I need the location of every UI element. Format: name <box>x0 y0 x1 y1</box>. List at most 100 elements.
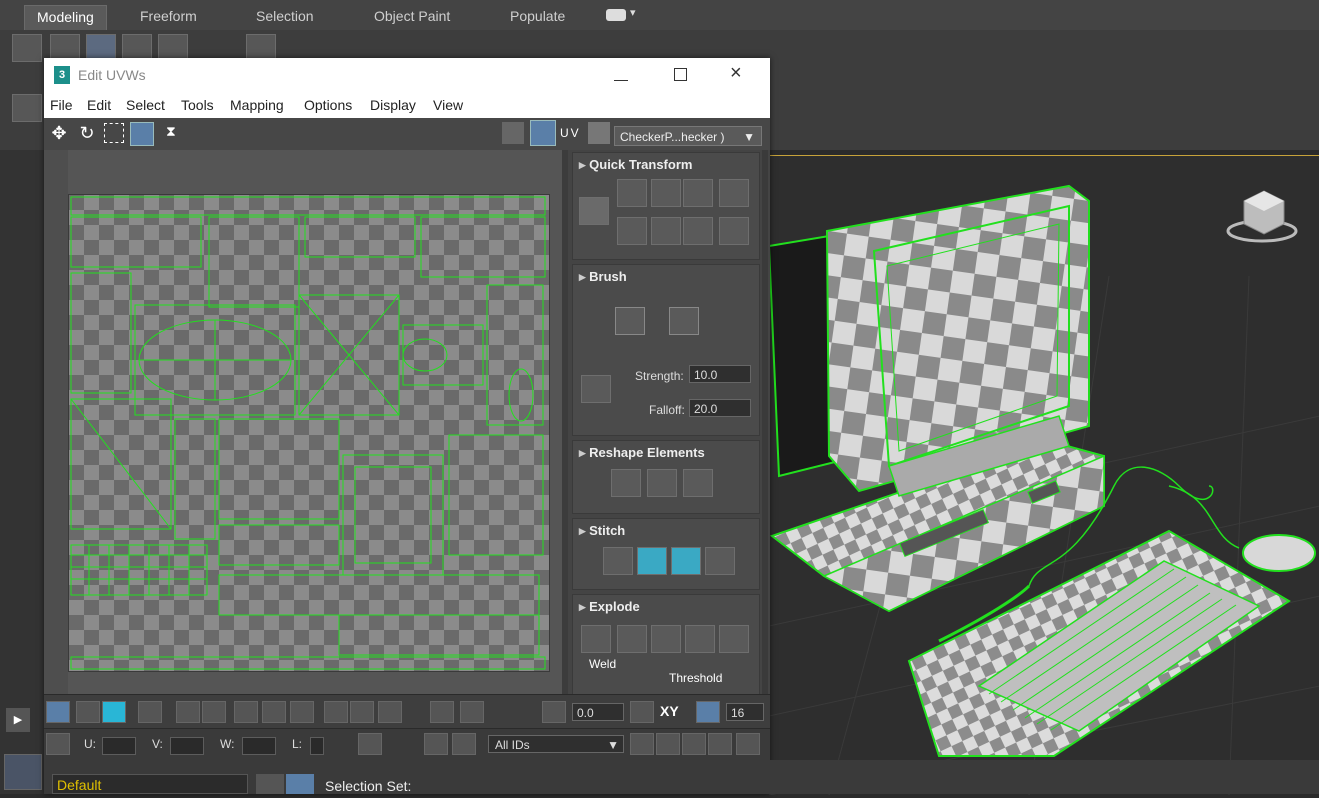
rollout-title[interactable]: Stitch <box>579 523 625 539</box>
tab-populate[interactable]: Populate <box>498 5 577 29</box>
stitch-to-source-icon[interactable] <box>705 547 735 575</box>
paint-select-icon[interactable] <box>202 701 226 723</box>
flatten-by-material-icon[interactable] <box>719 625 749 653</box>
menu-tools[interactable]: Tools <box>181 97 214 113</box>
tab-modeling[interactable]: Modeling <box>24 5 107 30</box>
panel-scrollbar[interactable] <box>762 150 768 694</box>
loop-icon[interactable] <box>324 701 348 723</box>
curve-icon[interactable] <box>630 701 654 723</box>
polygon-select-icon[interactable] <box>102 701 126 723</box>
checker-display-icon[interactable] <box>502 122 524 144</box>
menu-mapping[interactable]: Mapping <box>230 97 284 113</box>
rotate-ccw-icon[interactable] <box>683 179 713 207</box>
align-grid-icon[interactable] <box>651 217 681 245</box>
paint-move-icon[interactable] <box>615 307 645 335</box>
stitch-to-target-icon[interactable] <box>637 547 667 575</box>
rollout-title[interactable]: Quick Transform <box>579 157 692 173</box>
layer-explorer-icon[interactable] <box>286 774 314 794</box>
material-id-dropdown[interactable]: All IDs ▼ <box>488 735 624 753</box>
falloff-input[interactable]: 20.0 <box>689 399 751 417</box>
grow-selection-icon[interactable] <box>262 701 286 723</box>
rollout-title[interactable]: Brush <box>579 269 627 285</box>
lock-checkbox[interactable] <box>310 737 324 755</box>
help-icon[interactable] <box>736 733 760 755</box>
vertex-mode-icon[interactable] <box>12 34 42 62</box>
ring-icon[interactable] <box>290 701 314 723</box>
space-vertical-icon[interactable] <box>719 217 749 245</box>
seam-icon[interactable] <box>430 701 454 723</box>
scale-icon[interactable] <box>104 123 124 143</box>
zoom-icon[interactable] <box>656 733 680 755</box>
layer-dropdown[interactable]: Default <box>52 774 248 794</box>
rollout-title[interactable]: Explode <box>579 599 640 615</box>
detach-icon[interactable] <box>617 625 647 653</box>
rotate-icon[interactable]: ↻ <box>76 122 98 144</box>
strength-input[interactable]: 10.0 <box>689 365 751 383</box>
align-vertical-icon[interactable] <box>651 179 681 207</box>
uv-checker-map[interactable] <box>68 194 550 672</box>
flatten-by-smoothing-icon[interactable] <box>685 625 715 653</box>
brush-select-icon[interactable] <box>378 701 402 723</box>
window-titlebar[interactable]: 3 Edit UVWs × <box>44 58 770 92</box>
w-input[interactable] <box>242 737 276 755</box>
flatten-by-id-icon[interactable] <box>651 625 681 653</box>
tab-selection[interactable]: Selection <box>244 5 326 29</box>
minimize-icon[interactable] <box>614 60 628 81</box>
viewcube-icon[interactable] <box>1226 190 1298 243</box>
ribbon-options-icon[interactable] <box>606 9 626 21</box>
menu-display[interactable]: Display <box>370 97 416 113</box>
u-input[interactable] <box>102 737 136 755</box>
menu-options[interactable]: Options <box>304 97 352 113</box>
tab-freeform[interactable]: Freeform <box>128 5 209 29</box>
pan-icon[interactable] <box>630 733 654 755</box>
straighten-icon[interactable] <box>611 469 641 497</box>
shrink-selection-icon[interactable] <box>234 701 258 723</box>
align-pivot-icon[interactable] <box>579 197 609 225</box>
align-edge-icon[interactable] <box>617 217 647 245</box>
relax-until-flat-icon[interactable] <box>683 469 713 497</box>
edge-select-icon[interactable] <box>76 701 100 723</box>
align-horizontal-icon[interactable] <box>617 179 647 207</box>
cube-icon[interactable] <box>12 94 42 122</box>
mirror-icon[interactable]: ⧗ <box>166 123 188 143</box>
close-icon[interactable]: × <box>730 62 742 85</box>
rollout-title[interactable]: Reshape Elements <box>579 445 705 461</box>
move-icon[interactable]: ✥ <box>48 122 70 144</box>
perspective-viewport[interactable] <box>767 155 1319 796</box>
maximize-icon[interactable] <box>674 68 687 81</box>
menu-edit[interactable]: Edit <box>87 97 111 113</box>
element-select-icon[interactable] <box>138 701 162 723</box>
soft-select-icon[interactable] <box>542 701 566 723</box>
freeform-mode-icon[interactable] <box>130 122 154 146</box>
relax-brush-icon[interactable] <box>669 307 699 335</box>
grid-snap-icon[interactable] <box>696 701 720 723</box>
menu-view[interactable]: View <box>433 97 463 113</box>
play-icon[interactable]: ▶ <box>6 708 30 732</box>
zoom-region-icon[interactable] <box>682 733 706 755</box>
layers-icon[interactable] <box>256 774 284 794</box>
menu-select[interactable]: Select <box>126 97 165 113</box>
vertex-select-icon[interactable] <box>46 701 70 723</box>
space-horizontal-icon[interactable] <box>719 179 749 207</box>
break-icon[interactable] <box>581 625 611 653</box>
menu-file[interactable]: File <box>50 97 73 113</box>
uv-editor-canvas[interactable] <box>44 150 568 694</box>
transform-mode-icon[interactable] <box>46 733 70 755</box>
texture-options-icon[interactable] <box>588 122 610 144</box>
stitch-average-icon[interactable] <box>671 547 701 575</box>
rect-select-icon[interactable] <box>176 701 200 723</box>
show-map-icon[interactable] <box>530 120 556 146</box>
freeze-icon[interactable] <box>452 733 476 755</box>
pelt-icon[interactable] <box>350 701 374 723</box>
stitch-custom-icon[interactable] <box>603 547 633 575</box>
rotate-cw-icon[interactable] <box>683 217 713 245</box>
relax-icon[interactable] <box>647 469 677 497</box>
angle-input[interactable]: 0.0 <box>572 703 624 721</box>
tab-object-paint[interactable]: Object Paint <box>362 5 462 29</box>
mini-listener[interactable] <box>4 754 42 790</box>
v-input[interactable] <box>170 737 204 755</box>
uv-axis-label[interactable]: UV <box>560 126 581 140</box>
xy-toggle[interactable]: XY <box>660 703 679 719</box>
grid-size-input[interactable]: 16 <box>726 703 764 721</box>
chevron-down-icon[interactable]: ▾ <box>630 6 636 19</box>
